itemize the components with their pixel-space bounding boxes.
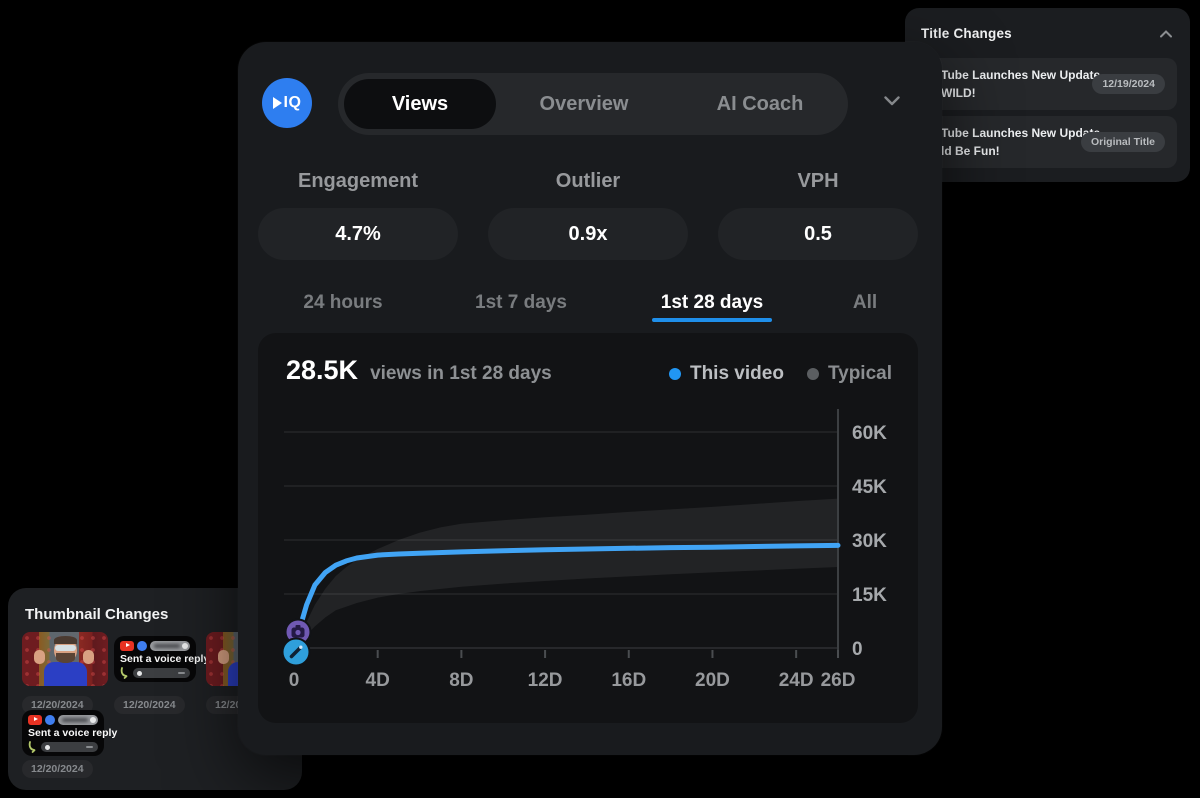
svg-text:30K: 30K bbox=[852, 531, 887, 552]
thumbnail-photo[interactable] bbox=[22, 632, 108, 686]
svg-text:0: 0 bbox=[289, 670, 300, 691]
analytics-card: IQ Views Overview AI Coach Engagement Ou… bbox=[238, 42, 942, 755]
title-change-text: Tube Launches New Update - This ld Be Fu… bbox=[941, 124, 1101, 160]
title-change-date-badge: 12/19/2024 bbox=[1092, 74, 1165, 94]
stat-label-outlier: Outlier bbox=[488, 170, 688, 193]
legend-dot-gray bbox=[807, 368, 819, 380]
title-change-row[interactable]: Tube Launches New Update - This ld Be Fu… bbox=[919, 116, 1177, 168]
voice-reply-label: Sent a voice reply bbox=[120, 653, 190, 665]
blurred-handle-pill bbox=[58, 715, 98, 725]
thumbnail-changes-header: Thumbnail Changes bbox=[25, 606, 168, 623]
page-background: Title Changes Tube Launches New Update..… bbox=[0, 0, 1200, 798]
thumbnail-date: 12/20/2024 bbox=[114, 696, 185, 714]
arrow-icon bbox=[28, 741, 39, 753]
views-chart-card: 28.5K views in 1st 28 days This video Ty… bbox=[258, 333, 918, 723]
thumbnail-voice-reply[interactable]: Sent a voice reply bbox=[22, 710, 104, 756]
tab-ai-coach[interactable]: AI Coach bbox=[672, 93, 848, 116]
thumbs-up-left bbox=[34, 650, 45, 664]
title-change-text: Tube Launches New Update... This WILD! bbox=[941, 66, 1101, 102]
youtube-icon bbox=[28, 715, 42, 725]
stat-value-vph: 0.5 bbox=[718, 208, 918, 260]
title-changes-panel: Title Changes Tube Launches New Update..… bbox=[905, 8, 1190, 182]
play-triangle-icon bbox=[273, 97, 282, 109]
thumbnail-date: 12/20/2024 bbox=[22, 760, 93, 778]
voice-player-bar bbox=[133, 668, 190, 678]
avatar-icon bbox=[45, 715, 55, 725]
stat-label-vph: VPH bbox=[718, 170, 918, 193]
range-tab-1st-7-days[interactable]: 1st 7 days bbox=[475, 292, 567, 314]
thumbs-up-left bbox=[218, 650, 229, 664]
thumbnail-voice-reply[interactable]: Sent a voice reply bbox=[114, 636, 196, 682]
voice-reply-label: Sent a voice reply bbox=[28, 727, 98, 739]
svg-text:20D: 20D bbox=[695, 670, 730, 691]
stat-value-outlier: 0.9x bbox=[488, 208, 688, 260]
voice-player-bar bbox=[41, 742, 98, 752]
blurred-handle-pill bbox=[150, 641, 190, 651]
collapse-chevron-up-icon[interactable] bbox=[1160, 30, 1172, 38]
range-tab-all[interactable]: All bbox=[853, 292, 877, 314]
views-total: 28.5K bbox=[286, 355, 358, 386]
legend-dot-blue bbox=[669, 368, 681, 380]
svg-text:24D: 24D bbox=[779, 670, 814, 691]
svg-text:8D: 8D bbox=[449, 670, 473, 691]
main-tab-bar: Views Overview AI Coach bbox=[338, 73, 848, 135]
original-title-badge: Original Title bbox=[1081, 132, 1165, 152]
tab-overview[interactable]: Overview bbox=[496, 93, 672, 116]
svg-text:26D: 26D bbox=[821, 670, 856, 691]
svg-text:15K: 15K bbox=[852, 585, 887, 606]
chevron-down-icon[interactable] bbox=[884, 96, 900, 106]
avatar-icon bbox=[137, 641, 147, 651]
selected-tab-underline bbox=[652, 318, 772, 322]
svg-text:16D: 16D bbox=[611, 670, 646, 691]
views-caption: views in 1st 28 days bbox=[370, 363, 552, 385]
range-tab-1st-28-days[interactable]: 1st 28 days bbox=[661, 292, 763, 314]
person-glasses bbox=[55, 645, 76, 651]
svg-text:60K: 60K bbox=[852, 423, 887, 444]
person-hair bbox=[54, 636, 77, 644]
person-beard bbox=[56, 653, 75, 663]
title-change-marker bbox=[283, 639, 310, 666]
vidiq-logo[interactable]: IQ bbox=[262, 78, 312, 128]
views-line-chart[interactable]: 0 15K 30K 45K 60K 0 4D 8D 12D 16D 20D 24D 26D bbox=[266, 389, 910, 703]
stat-label-engagement: Engagement bbox=[258, 170, 458, 193]
tab-views[interactable]: Views bbox=[344, 79, 496, 129]
thumbs-up-right bbox=[83, 650, 94, 664]
person-torso bbox=[44, 662, 87, 686]
youtube-icon bbox=[120, 641, 134, 651]
svg-text:12D: 12D bbox=[528, 670, 563, 691]
arrow-icon bbox=[120, 667, 131, 679]
svg-text:4D: 4D bbox=[366, 670, 390, 691]
stat-value-engagement: 4.7% bbox=[258, 208, 458, 260]
range-tab-24-hours[interactable]: 24 hours bbox=[303, 292, 382, 314]
title-change-row[interactable]: Tube Launches New Update... This WILD! 1… bbox=[919, 58, 1177, 110]
title-changes-header: Title Changes bbox=[921, 26, 1012, 41]
svg-text:0: 0 bbox=[852, 639, 863, 660]
svg-text:45K: 45K bbox=[852, 477, 887, 498]
legend-typical[interactable]: Typical bbox=[807, 363, 892, 385]
chart-legend: This video Typical bbox=[669, 363, 892, 385]
legend-this-video[interactable]: This video bbox=[669, 363, 784, 385]
